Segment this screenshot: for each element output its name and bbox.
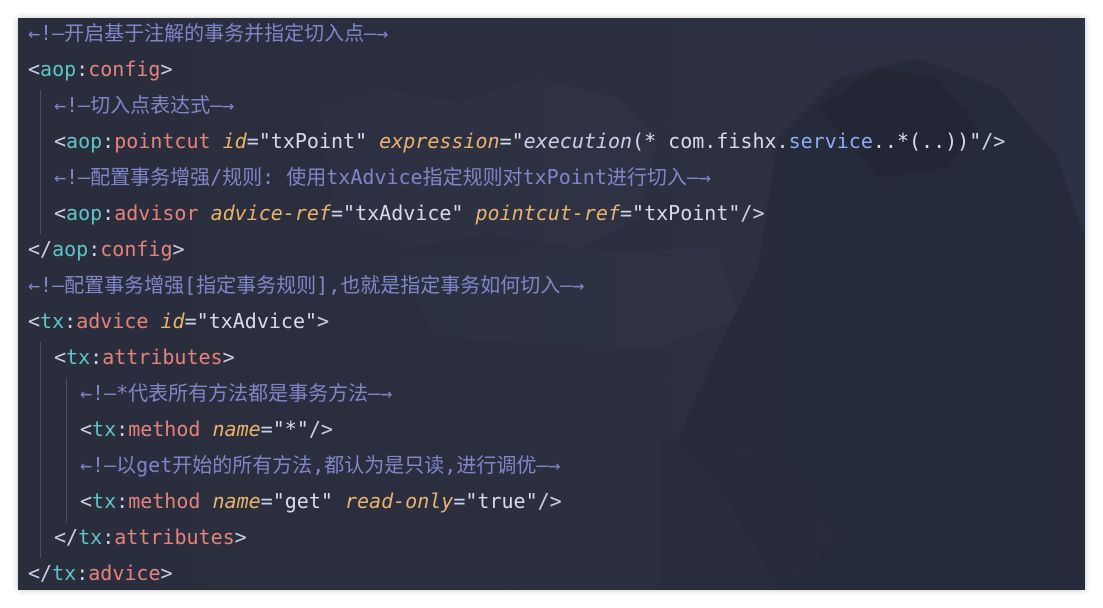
indent-guide [66,450,67,486]
xml-tag: <aop:advisor advice-ref="txAdvice" point… [54,201,765,225]
indent-guide [66,414,67,450]
code-line: ←!—配置事务增强/规则: 使用txAdvice指定规则对txPoint进行切入… [18,162,1085,198]
code-line: <tx:attributes> [18,342,1085,378]
code-line: <aop:advisor advice-ref="txAdvice" point… [18,198,1085,234]
code-line: ←!—切入点表达式—→ [18,90,1085,126]
code-line: <tx:method name="get" read-only="true"/> [18,486,1085,522]
indent-guide [66,378,67,414]
comment: ←!—配置事务增强[指定事务规则],也就是指定事务如何切入—→ [28,273,585,297]
code-line: <tx:advice id="txAdvice"> [18,306,1085,342]
comment: ←!—开启基于注解的事务并指定切入点—→ [28,21,389,45]
indent-guide [40,342,41,378]
code-line: ←!—配置事务增强[指定事务规则],也就是指定事务如何切入—→ [18,270,1085,306]
comment: ←!—配置事务增强/规则: 使用txAdvice指定规则对txPoint进行切入… [54,165,711,189]
code-line: ←!—开启基于注解的事务并指定切入点—→ [18,18,1085,54]
indent-guide [40,198,41,234]
xml-tag: <tx:method name="get" read-only="true"/> [80,489,562,513]
code-line: ←!—*代表所有方法都是事务方法—→ [18,378,1085,414]
indent-guide [40,162,41,198]
comment: ←!—切入点表达式—→ [54,93,235,117]
xml-tag: <aop:config> [28,57,173,81]
indent-guide [40,126,41,162]
comment: ←!—以get开始的所有方法,都认为是只读,进行调优—→ [80,453,561,477]
code-editor-frame: ←!—开启基于注解的事务并指定切入点—→ <aop:config> ←!—切入点… [18,18,1085,590]
code-line: ←!—以get开始的所有方法,都认为是只读,进行调优—→ [18,450,1085,486]
code-line: </aop:config> [18,234,1085,270]
code-line: </tx:attributes> [18,522,1085,558]
indent-guide [40,486,41,522]
code-line: <aop:pointcut id="txPoint" expression="e… [18,126,1085,162]
code-line: <tx:method name="*"/> [18,414,1085,450]
indent-guide [40,414,41,450]
xml-tag: </aop:config> [28,237,185,261]
code-line: <aop:config> [18,54,1085,90]
indent-guide [40,378,41,414]
xml-tag: <tx:attributes> [54,345,235,369]
xml-tag: <tx:advice id="txAdvice"> [28,309,330,333]
xml-tag: </tx:advice> [28,561,173,585]
xml-tag: <aop:pointcut id="txPoint" expression="e… [54,129,1006,153]
code-line: </tx:advice> [18,558,1085,590]
code-block[interactable]: ←!—开启基于注解的事务并指定切入点—→ <aop:config> ←!—切入点… [18,18,1085,590]
indent-guide [40,90,41,126]
xml-tag: <tx:method name="*"/> [80,417,333,441]
indent-guide [40,522,41,558]
indent-guide [66,486,67,522]
xml-tag: </tx:attributes> [54,525,247,549]
indent-guide [40,450,41,486]
comment: ←!—*代表所有方法都是事务方法—→ [80,381,393,405]
